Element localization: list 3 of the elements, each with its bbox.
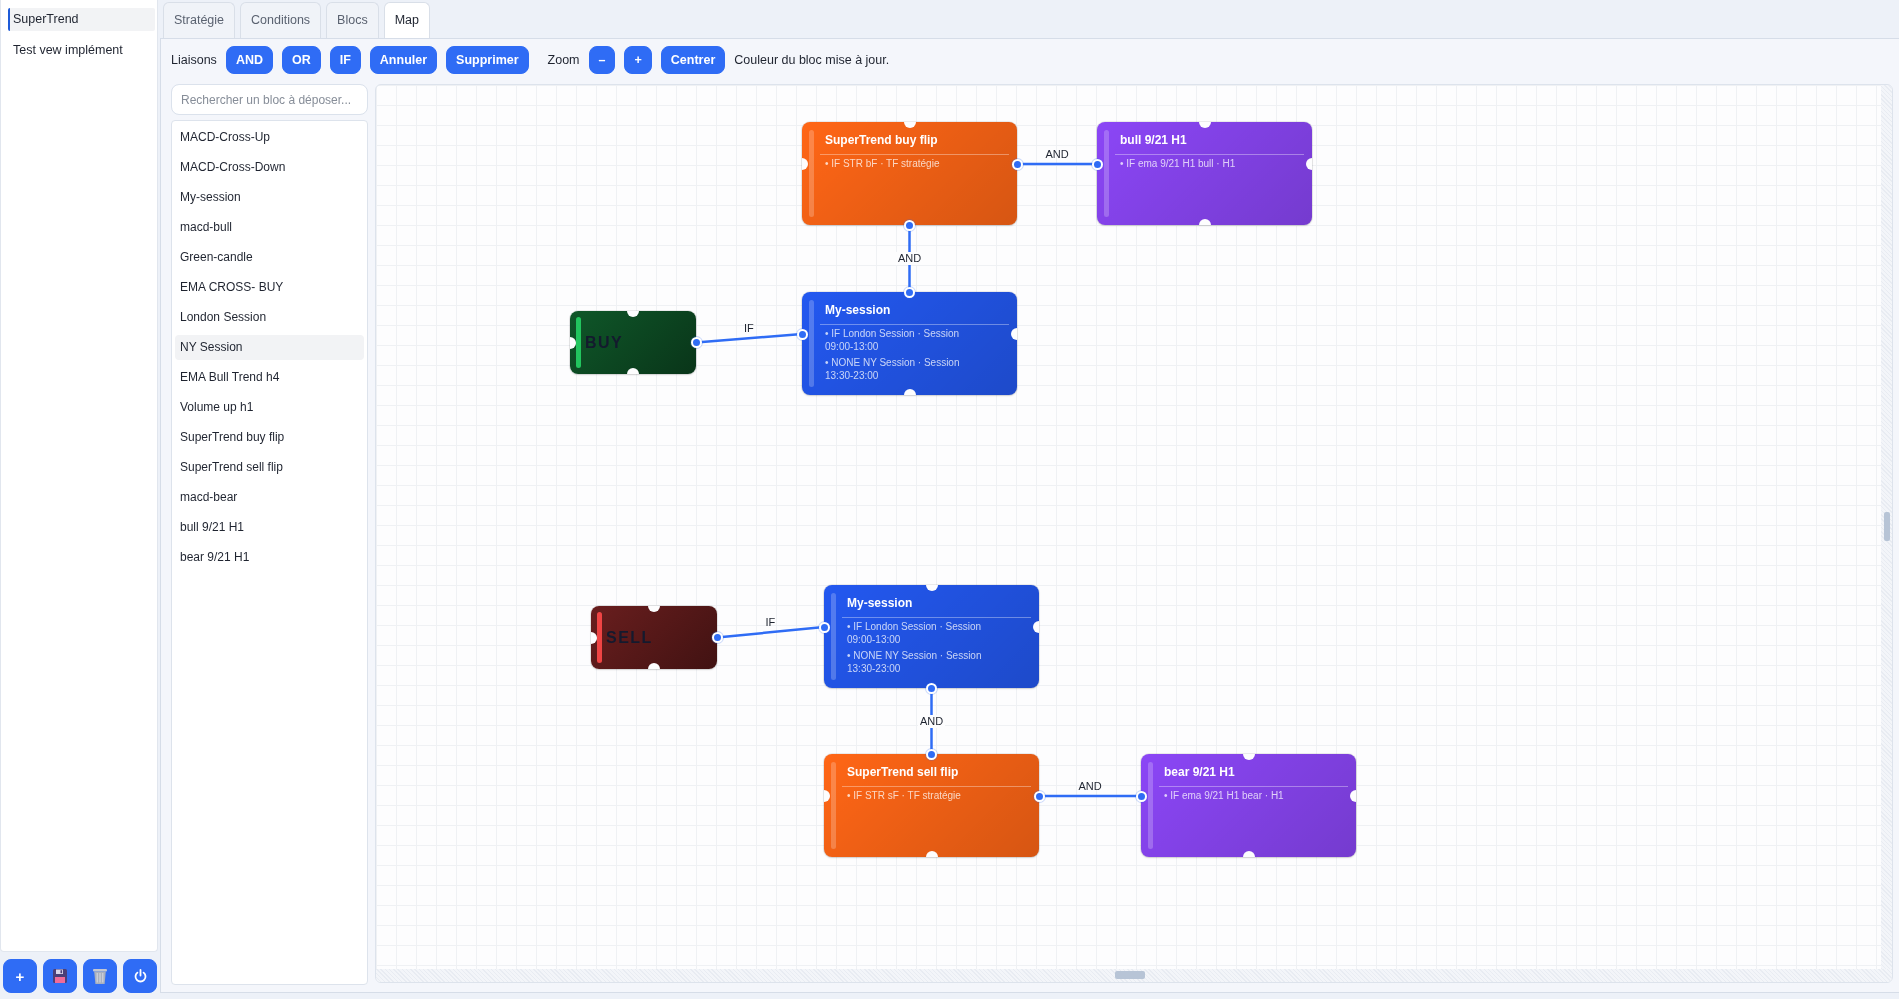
- zoom-label: Zoom: [547, 51, 580, 69]
- toolbar-label: Liaisons: [171, 51, 217, 69]
- status-text: Couleur du bloc mise à jour.: [734, 51, 890, 69]
